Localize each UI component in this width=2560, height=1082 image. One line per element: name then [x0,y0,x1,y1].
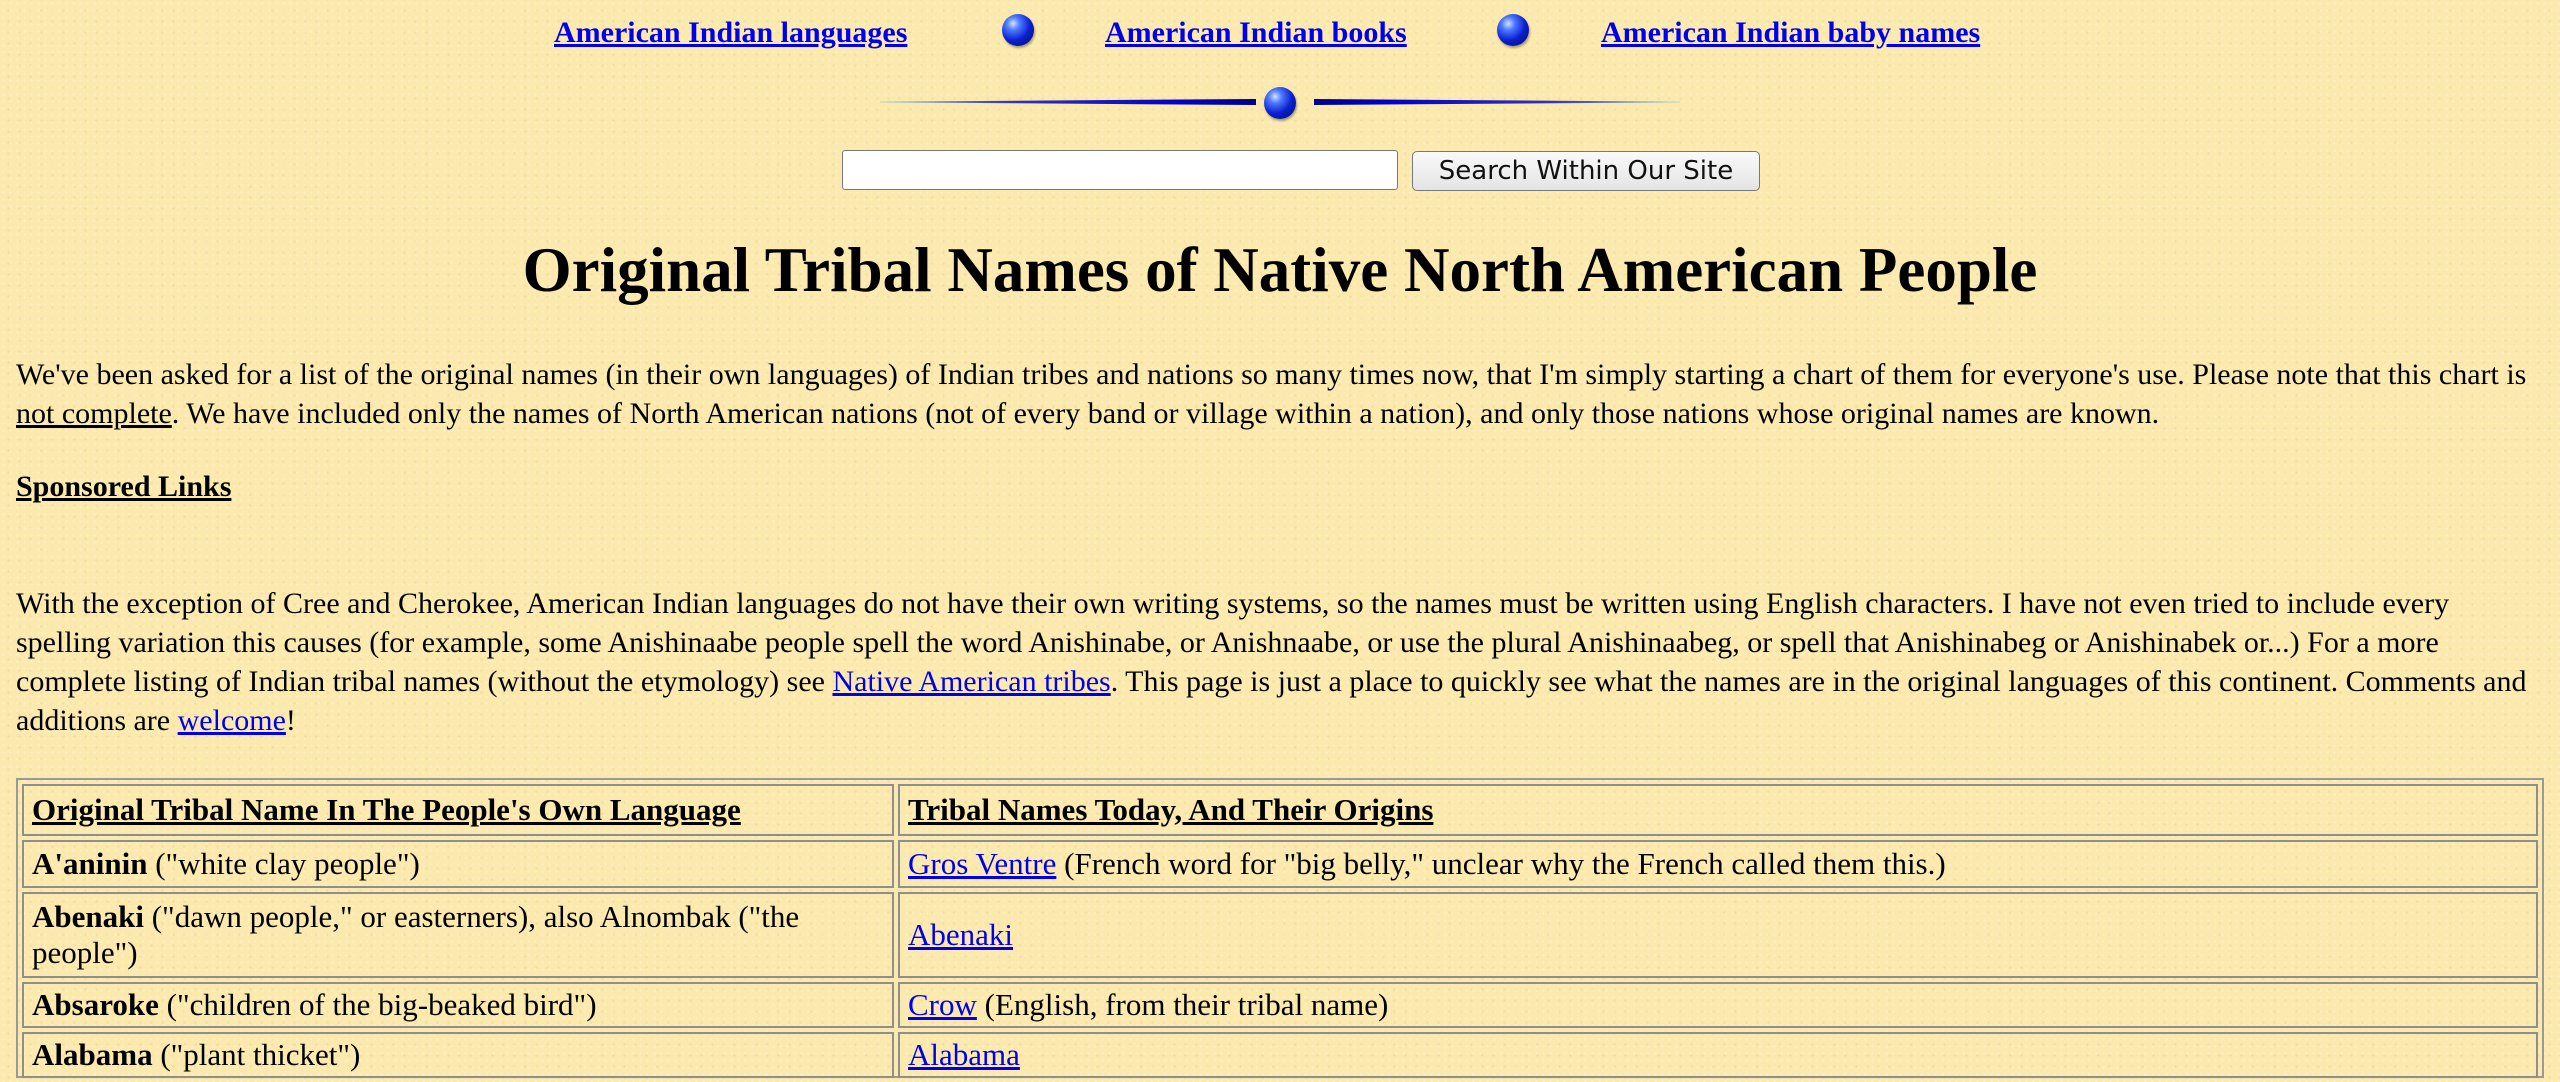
welcome-link[interactable]: welcome [178,704,286,737]
divider-line-right [1314,99,1680,105]
search-button[interactable]: Search Within Our Site [1412,151,1760,191]
nav-link-american-indian-books[interactable]: American Indian books [1105,16,1407,50]
orb-icon [1497,14,1529,46]
tribal-name: A'aninin [32,846,148,881]
original-name-cell: A'aninin ("white clay people") [22,840,894,888]
tribe-link[interactable]: Crow [908,987,977,1022]
origin-cell: Abenaki [898,892,2538,978]
search-input[interactable] [842,150,1398,190]
origin-cell: Alabama [898,1032,2538,1078]
original-name-cell: Absaroke ("children of the big-beaked bi… [22,982,894,1028]
tribe-link[interactable]: Alabama [908,1037,1020,1072]
column-header-original-name: Original Tribal Name In The People's Own… [22,784,894,836]
table-header-row: Original Tribal Name In The People's Own… [22,784,2538,836]
orb-icon [1002,14,1034,46]
tribe-link[interactable]: Abenaki [908,917,1013,952]
original-name-cell: Abenaki ("dawn people," or easterners), … [22,892,894,978]
tribal-name: Abenaki [32,899,144,934]
table-row: A'aninin ("white clay people") Gros Vent… [22,840,2538,888]
intro-paragraph: We've been asked for a list of the origi… [16,355,2546,433]
decorative-divider [880,84,1680,124]
origin-cell: Crow (English, from their tribal name) [898,982,2538,1028]
spelling-note-text-3: ! [285,704,296,737]
intro-text-end: . We have included only the names of Nor… [171,397,2160,430]
name-meaning: ("children of the big-beaked bird") [158,987,597,1022]
origin-note: (English, from their tribal name) [976,987,1389,1022]
table-row: Absaroke ("children of the big-beaked bi… [22,982,2538,1028]
origin-cell: Gros Ventre (French word for "big belly,… [898,840,2538,888]
original-name-cell: Alabama ("plant thicket") [22,1032,894,1078]
native-american-tribes-link[interactable]: Native American tribes [832,665,1110,698]
intro-text-start: We've been asked for a list of the origi… [16,358,2527,391]
spelling-note-paragraph: With the exception of Cree and Cherokee,… [16,584,2546,740]
table-row: Abenaki ("dawn people," or easterners), … [22,892,2538,978]
tribal-names-table: Original Tribal Name In The People's Own… [16,778,2544,1078]
name-meaning: ("dawn people," or easterners), also Aln… [32,899,800,970]
tribe-link[interactable]: Gros Ventre [908,846,1056,881]
orb-icon [1264,87,1296,119]
divider-line-left [880,99,1256,105]
not-complete-text: not complete [16,397,172,430]
name-meaning: ("plant thicket") [152,1037,361,1072]
top-navigation: American Indian languages American India… [0,14,2560,54]
sponsored-links-heading: Sponsored Links [16,470,232,503]
page-title: Original Tribal Names of Native North Am… [522,235,2038,305]
tribal-name: Absaroke [32,987,159,1022]
table-row: Alabama ("plant thicket") Alabama [22,1032,2538,1078]
origin-note: (French word for "big belly," unclear wh… [1056,846,1946,881]
nav-link-american-indian-baby-names[interactable]: American Indian baby names [1601,16,1980,50]
tribal-name: Alabama [32,1037,153,1072]
nav-link-american-indian-languages[interactable]: American Indian languages [554,16,907,50]
name-meaning: ("white clay people") [147,846,420,881]
column-header-names-today: Tribal Names Today, And Their Origins [898,784,2538,836]
